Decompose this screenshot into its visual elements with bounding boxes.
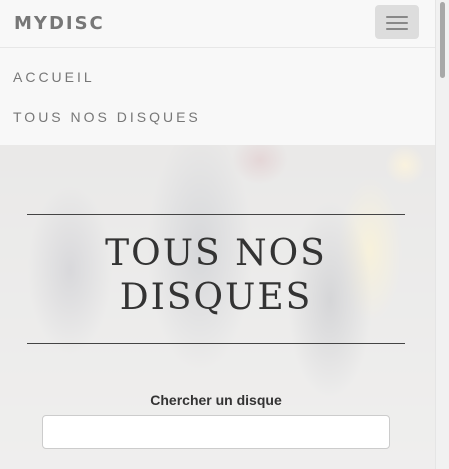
brand-logo[interactable]: MYDISC: [14, 13, 105, 34]
title-divider-top: [27, 214, 405, 215]
navbar: MYDISC: [0, 0, 435, 48]
title-divider-bottom: [27, 343, 405, 344]
search-input[interactable]: [42, 415, 390, 449]
search-label: Chercher un disque: [150, 392, 282, 408]
nav-menu: ACCUEIL TOUS NOS DISQUES: [0, 48, 435, 145]
scrollbar[interactable]: [435, 0, 449, 469]
page-title: TOUS NOS DISQUES: [105, 233, 327, 318]
menu-toggle-button[interactable]: [375, 5, 419, 39]
nav-item-tous-nos-disques[interactable]: TOUS NOS DISQUES: [13, 109, 201, 125]
nav-item-accueil[interactable]: ACCUEIL: [13, 69, 95, 85]
scrollbar-thumb[interactable]: [440, 2, 445, 78]
